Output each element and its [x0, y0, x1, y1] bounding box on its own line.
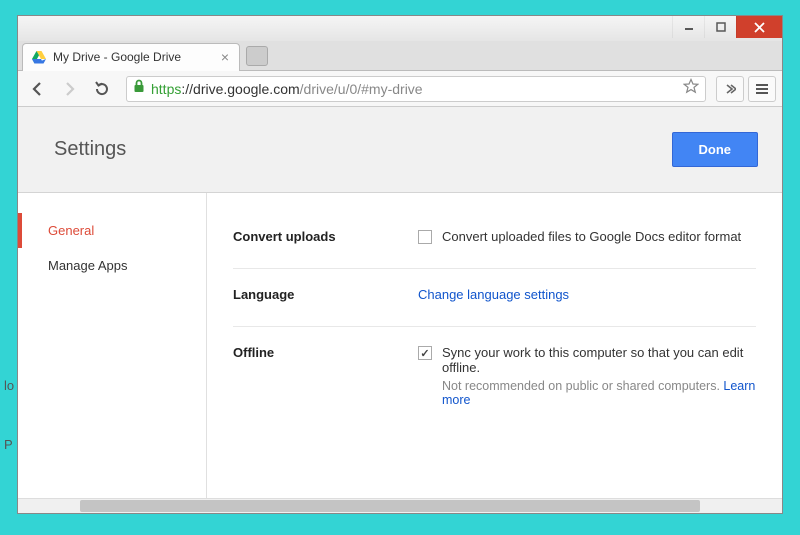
- done-button[interactable]: Done: [672, 132, 759, 167]
- hamburger-icon: [755, 83, 769, 95]
- settings-header: Settings Done: [18, 107, 782, 193]
- new-tab-button[interactable]: [246, 46, 268, 66]
- close-button[interactable]: [736, 16, 782, 38]
- tab-my-drive[interactable]: My Drive - Google Drive ×: [22, 43, 240, 71]
- tab-close-icon[interactable]: ×: [219, 49, 231, 65]
- scrollbar-thumb[interactable]: [80, 500, 700, 512]
- url-text: https://drive.google.com/drive/u/0/#my-d…: [151, 81, 677, 97]
- bookmark-star-icon[interactable]: [683, 78, 699, 99]
- convert-uploads-checkbox[interactable]: [418, 230, 432, 244]
- offline-sync-checkbox[interactable]: [418, 346, 432, 360]
- chrome-menu-button[interactable]: [748, 76, 776, 102]
- browser-window: My Drive - Google Drive × https://drive.…: [17, 15, 783, 514]
- close-icon: [754, 22, 765, 33]
- bg-fragment: P: [4, 437, 13, 452]
- chevron-right-icon: [724, 83, 736, 95]
- settings-body: General Manage Apps Convert uploads Conv…: [18, 193, 782, 498]
- minimize-icon: [684, 22, 694, 32]
- page-content: Settings Done General Manage Apps Conver…: [18, 107, 782, 513]
- nav-item-general[interactable]: General: [18, 213, 206, 248]
- offline-hint: Not recommended on public or shared comp…: [442, 379, 756, 407]
- extensions-overflow-button[interactable]: [716, 76, 744, 102]
- tab-bar: My Drive - Google Drive ×: [18, 41, 782, 71]
- forward-arrow-icon: [61, 80, 79, 98]
- address-bar[interactable]: https://drive.google.com/drive/u/0/#my-d…: [126, 76, 706, 102]
- offline-sync-text: Sync your work to this computer so that …: [442, 345, 756, 375]
- tab-title: My Drive - Google Drive: [53, 50, 213, 64]
- settings-nav: General Manage Apps: [18, 193, 207, 498]
- drive-favicon: [31, 49, 47, 65]
- setting-convert-uploads: Convert uploads Convert uploaded files t…: [233, 211, 756, 269]
- setting-label: Convert uploads: [233, 229, 418, 244]
- settings-title: Settings: [54, 138, 126, 161]
- minimize-button[interactable]: [672, 16, 704, 38]
- reload-button[interactable]: [88, 75, 116, 103]
- nav-item-manage-apps[interactable]: Manage Apps: [18, 248, 206, 283]
- setting-language: Language Change language settings: [233, 269, 756, 327]
- back-arrow-icon: [29, 80, 47, 98]
- setting-label: Offline: [233, 345, 418, 360]
- bg-fragment: lo: [4, 378, 14, 393]
- maximize-icon: [716, 22, 726, 32]
- back-button[interactable]: [24, 75, 52, 103]
- horizontal-scrollbar[interactable]: [18, 498, 782, 513]
- setting-offline: Offline Sync your work to this computer …: [233, 327, 756, 431]
- titlebar: [18, 16, 782, 41]
- lock-icon: [133, 79, 145, 98]
- toolbar: https://drive.google.com/drive/u/0/#my-d…: [18, 71, 782, 107]
- reload-icon: [93, 80, 111, 98]
- setting-label: Language: [233, 287, 418, 302]
- forward-button[interactable]: [56, 75, 84, 103]
- maximize-button[interactable]: [704, 16, 736, 38]
- change-language-link[interactable]: Change language settings: [418, 287, 569, 302]
- settings-panel: Convert uploads Convert uploaded files t…: [207, 193, 782, 498]
- convert-uploads-text: Convert uploaded files to Google Docs ed…: [442, 229, 741, 244]
